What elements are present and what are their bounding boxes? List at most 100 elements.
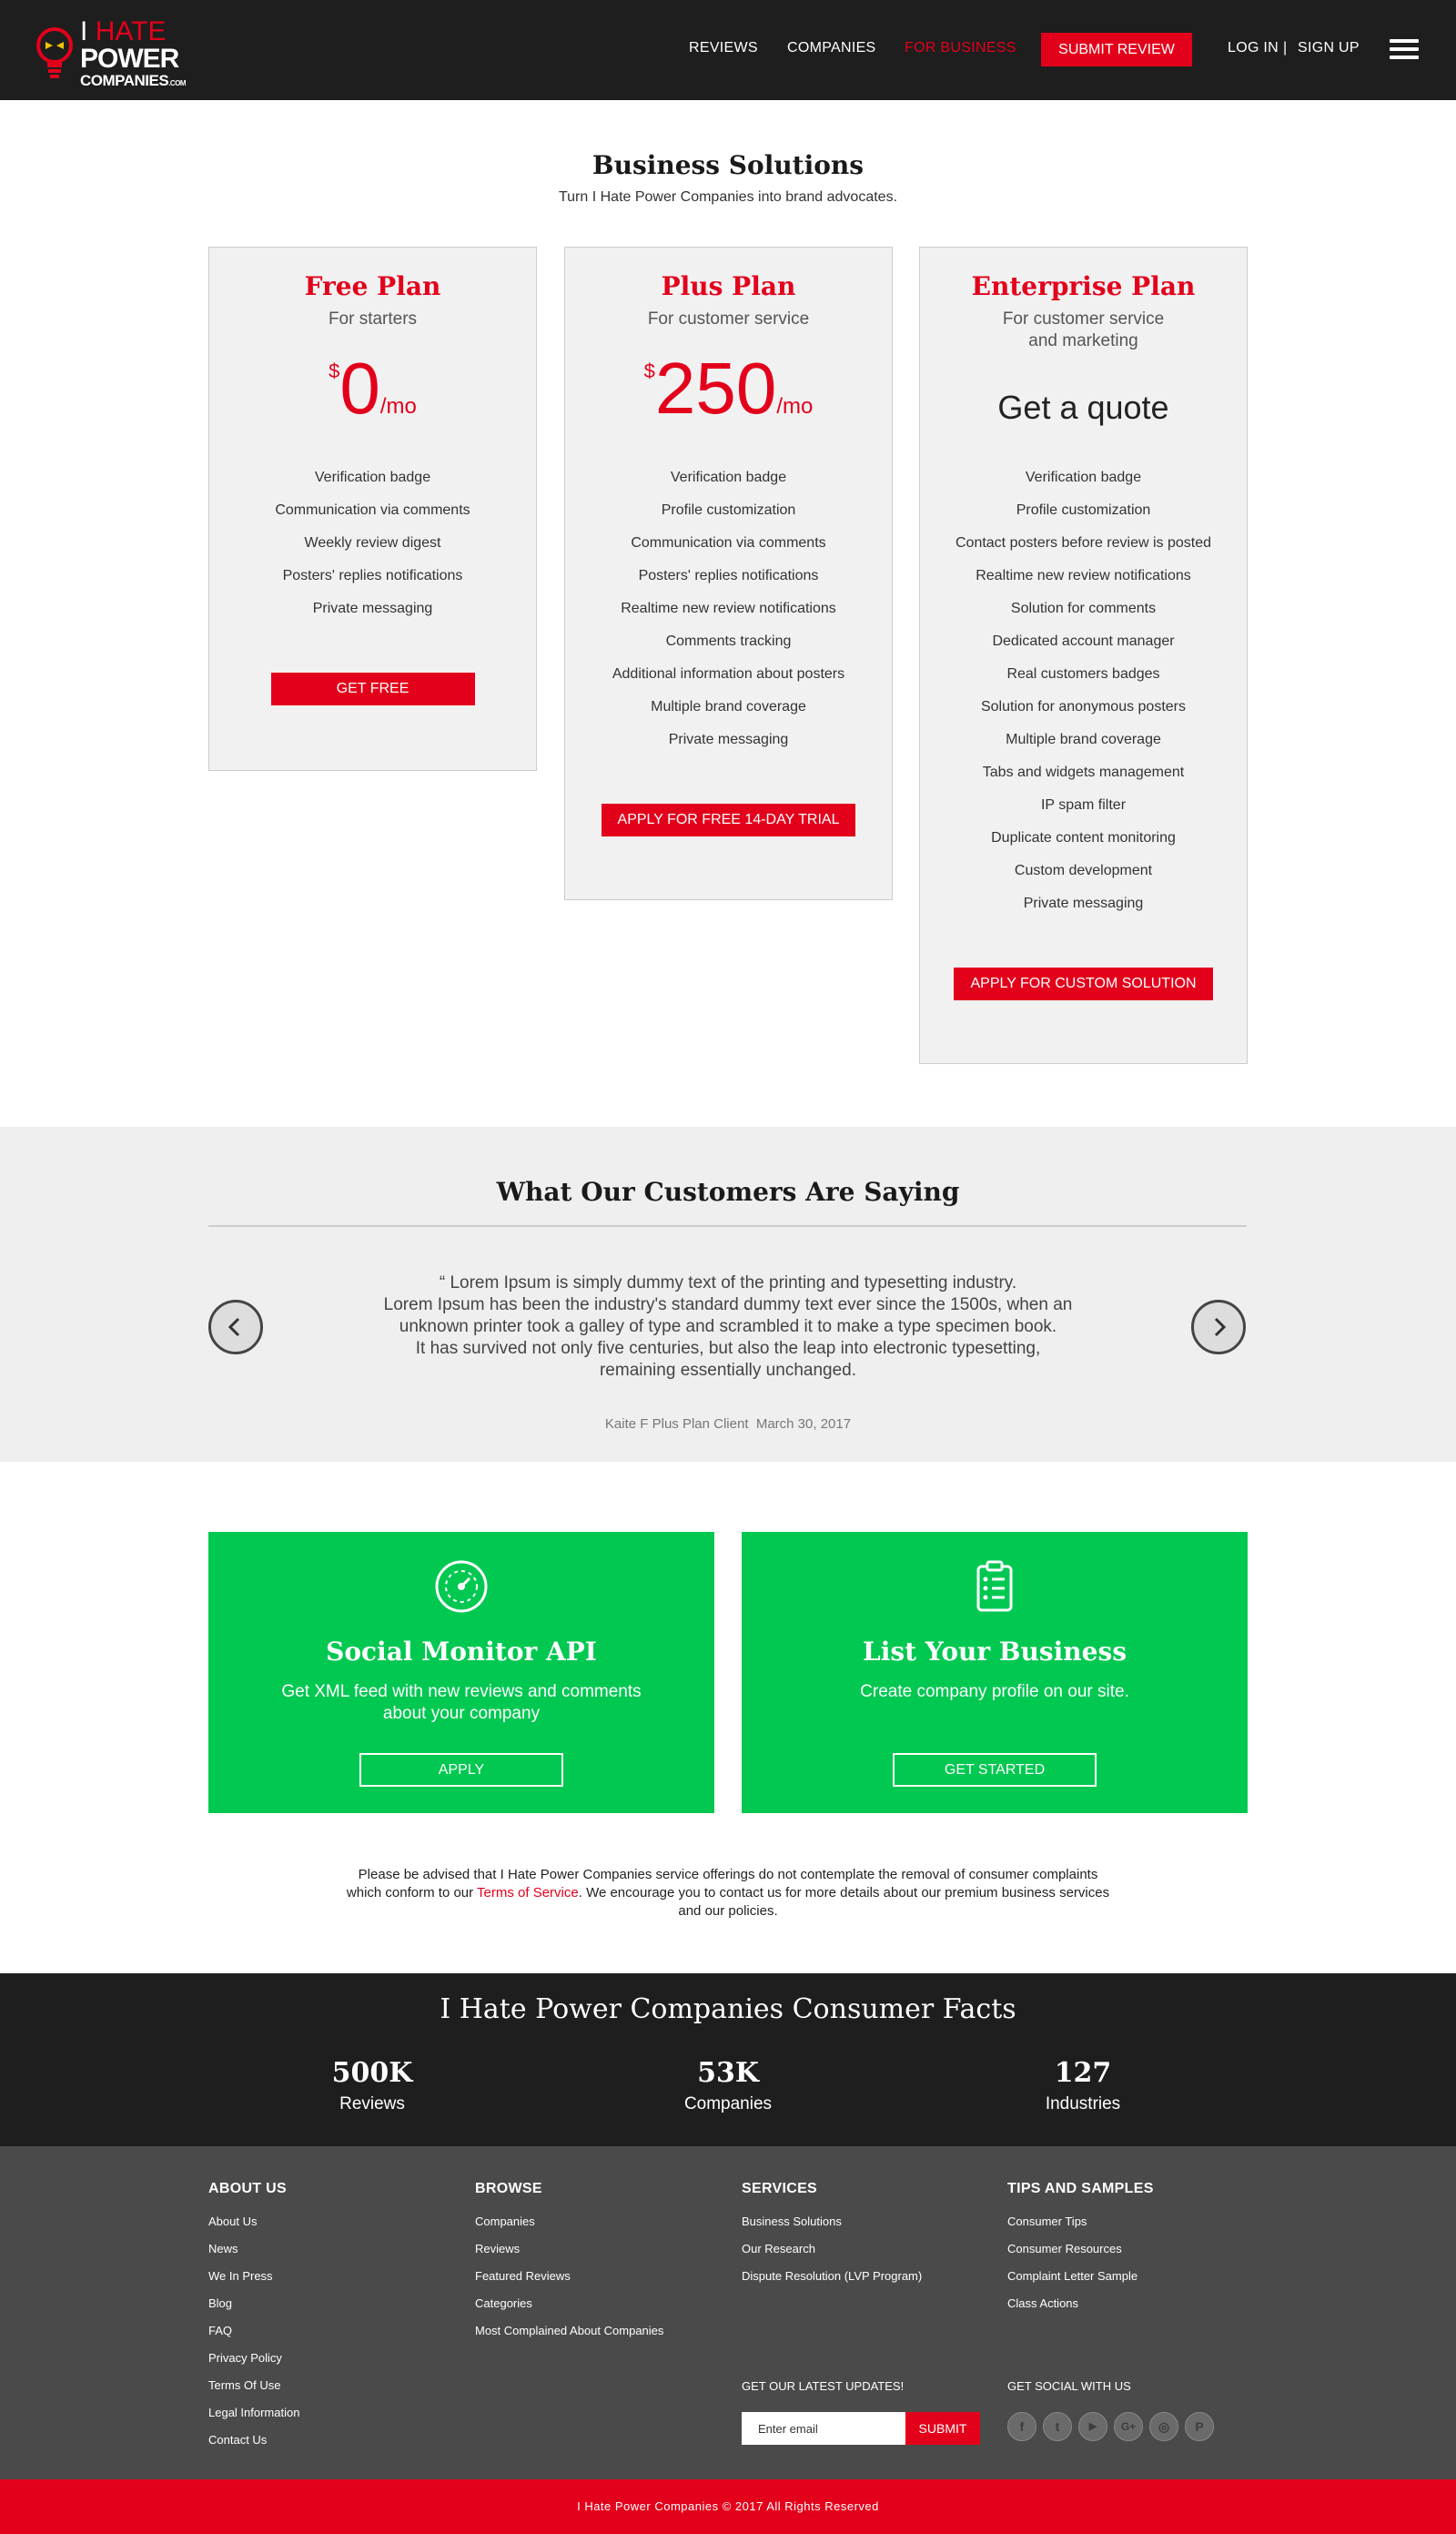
footer-link[interactable]: Consumer Tips	[1007, 2215, 1087, 2228]
list-your-business-card: List Your Business Create company profil…	[742, 1532, 1248, 1813]
logo-text-hate: HATE	[95, 16, 167, 46]
feature-item: Custom development	[1014, 863, 1153, 878]
card-title: Social Monitor API	[326, 1637, 597, 1667]
twitter-icon[interactable]: t	[1043, 2412, 1072, 2441]
footer-link[interactable]: Most Complained About Companies	[475, 2324, 663, 2337]
carousel-prev-chevron-left-icon[interactable]	[208, 1300, 263, 1354]
feature-item: Realtime new review notifications	[976, 568, 1191, 583]
footer-col-browse: BROWSE Companies Reviews Featured Review…	[475, 2181, 730, 2345]
card-text: Get XML feed with new reviews and commen…	[281, 1682, 642, 1723]
nav-reviews[interactable]: REVIEWS	[689, 40, 758, 56]
fact-reviews: 500K Reviews	[331, 2057, 413, 2113]
footer-link[interactable]: Legal Information	[208, 2406, 299, 2419]
site-logo[interactable]: I HATE POWER COMPANIES.COM	[35, 16, 198, 88]
plan-name: Free Plan	[304, 271, 441, 301]
footer-link[interactable]: Class Actions	[1007, 2296, 1078, 2310]
footer-link[interactable]: Privacy Policy	[208, 2351, 282, 2365]
footer-link[interactable]: We In Press	[208, 2269, 273, 2283]
feature-item: Verification badge	[670, 470, 787, 485]
disclaimer-text: Please be advised that I Hate Power Comp…	[346, 1867, 1110, 1919]
footer-link[interactable]: Companies	[475, 2215, 535, 2228]
footer-link[interactable]: Complaint Letter Sample	[1007, 2269, 1138, 2283]
plan-name: Plus Plan	[661, 271, 796, 301]
signup-link[interactable]: SIGN UP	[1298, 40, 1360, 56]
feature-item: Verification badge	[1025, 470, 1142, 485]
footer-col-services: SERVICES Business Solutions Our Research…	[742, 2181, 996, 2290]
pinterest-icon[interactable]: P	[1185, 2412, 1214, 2441]
feature-item: Posters' replies notifications	[282, 568, 463, 583]
card-text: Create company profile on our site.	[860, 1682, 1129, 1701]
get-started-button[interactable]: GET STARTED	[893, 1753, 1097, 1787]
feature-item: Private messaging	[312, 601, 433, 616]
carousel-next-chevron-right-icon[interactable]	[1191, 1300, 1246, 1354]
footer-col-about: ABOUT US About Us News We In Press Blog …	[208, 2181, 463, 2454]
footer-link[interactable]: Dispute Resolution (LVP Program)	[742, 2269, 922, 2283]
plan-card-enterprise: Enterprise Plan For customer service and …	[919, 247, 1248, 1064]
footer-link[interactable]: Reviews	[475, 2242, 520, 2255]
page-title: Business Solutions	[592, 150, 864, 180]
site-footer: ABOUT US About Us News We In Press Blog …	[0, 2146, 1456, 2479]
social-label: GET SOCIAL WITH US	[1007, 2379, 1131, 2393]
login-link[interactable]: LOG IN	[1228, 40, 1279, 56]
newsletter-submit-button[interactable]: SUBMIT	[905, 2412, 980, 2445]
nav-for-business[interactable]: FOR BUSINESS	[905, 40, 1016, 56]
newsletter-label: GET OUR LATEST UPDATES!	[742, 2379, 905, 2393]
feature-item: Dedicated account manager	[992, 634, 1175, 649]
testimonial-quote: “ Lorem Ipsum is simply dummy text of th…	[383, 1273, 1073, 1380]
footer-link[interactable]: News	[208, 2242, 238, 2255]
lightbulb-logo-icon	[36, 27, 73, 78]
feature-item: Multiple brand coverage	[1006, 732, 1161, 747]
google-plus-icon[interactable]: G+	[1114, 2412, 1143, 2441]
footer-link[interactable]: Our Research	[742, 2242, 815, 2255]
feature-item: Profile customization	[1016, 502, 1151, 518]
clipboard-list-icon	[976, 1560, 1013, 1612]
footer-link[interactable]: FAQ	[208, 2324, 232, 2337]
footer-link[interactable]: Blog	[208, 2296, 232, 2310]
login-separator: |	[1283, 40, 1288, 56]
terms-of-service-link[interactable]: Terms of Service	[477, 1885, 579, 1900]
footer-link[interactable]: Categories	[475, 2296, 532, 2310]
submit-review-button[interactable]: SUBMIT REVIEW	[1041, 33, 1192, 66]
custom-solution-button[interactable]: APPLY FOR CUSTOM SOLUTION	[954, 968, 1213, 1000]
testimonial-author: Kaite F Plus Plan Client March 30, 2017	[604, 1416, 852, 1432]
consumer-facts-section: I Hate Power Companies Consumer Facts 50…	[0, 1973, 1456, 2146]
footer-col-tips: TIPS AND SAMPLES Consumer Tips Consumer …	[1007, 2181, 1262, 2317]
apply-button[interactable]: APPLY	[359, 1753, 563, 1787]
facts-title: I Hate Power Companies Consumer Facts	[440, 1993, 1016, 2025]
email-input[interactable]	[742, 2412, 905, 2445]
footer-link[interactable]: Business Solutions	[742, 2215, 842, 2228]
site-header: I HATE POWER COMPANIES.COM REVIEWS COMPA…	[0, 0, 1456, 100]
footer-col-title: BROWSE	[475, 2181, 542, 2196]
footer-col-title: SERVICES	[742, 2181, 818, 2196]
facebook-icon[interactable]: f	[1007, 2412, 1036, 2441]
plan-name: Enterprise Plan	[971, 271, 1196, 301]
page-subtitle: Turn I Hate Power Companies into brand a…	[558, 189, 898, 205]
feature-item: Real customers badges	[1006, 666, 1160, 682]
footer-link[interactable]: Terms Of Use	[208, 2378, 280, 2392]
footer-link[interactable]: Consumer Resources	[1007, 2242, 1122, 2255]
feature-list: Verification badge Profile customization…	[920, 461, 1247, 920]
card-title: List Your Business	[863, 1637, 1127, 1667]
plan-price: $0/mo	[329, 348, 417, 429]
feature-item: Comments tracking	[665, 634, 792, 649]
testimonial-title: What Our Customers Are Saying	[496, 1177, 960, 1207]
get-a-quote-label: Get a quote	[997, 389, 1169, 426]
menu-hamburger-icon[interactable]	[1390, 39, 1419, 61]
footer-col-title: TIPS AND SAMPLES	[1007, 2181, 1154, 2196]
footer-link[interactable]: Contact Us	[208, 2433, 267, 2447]
youtube-icon[interactable]: ▶	[1078, 2412, 1107, 2441]
copyright-bar: I Hate Power Companies © 2017 All Rights…	[0, 2479, 1456, 2534]
speedometer-icon	[435, 1560, 488, 1613]
instagram-icon[interactable]: ◎	[1149, 2412, 1178, 2441]
fact-industries: 127 Industries	[1045, 2057, 1121, 2113]
social-monitor-api-card: Social Monitor API Get XML feed with new…	[208, 1532, 714, 1813]
footer-link[interactable]: Featured Reviews	[475, 2269, 571, 2283]
footer-link[interactable]: About Us	[208, 2215, 257, 2228]
feature-item: Realtime new review notifications	[621, 601, 836, 616]
free-trial-button[interactable]: APPLY FOR FREE 14-DAY TRIAL	[601, 804, 856, 836]
feature-list: Verification badge Profile customization…	[565, 461, 892, 756]
get-free-button[interactable]: GET FREE	[270, 673, 475, 705]
nav-companies[interactable]: COMPANIES	[787, 40, 876, 56]
logo-text-i: I	[80, 16, 88, 46]
footer-col-title: ABOUT US	[208, 2181, 287, 2196]
